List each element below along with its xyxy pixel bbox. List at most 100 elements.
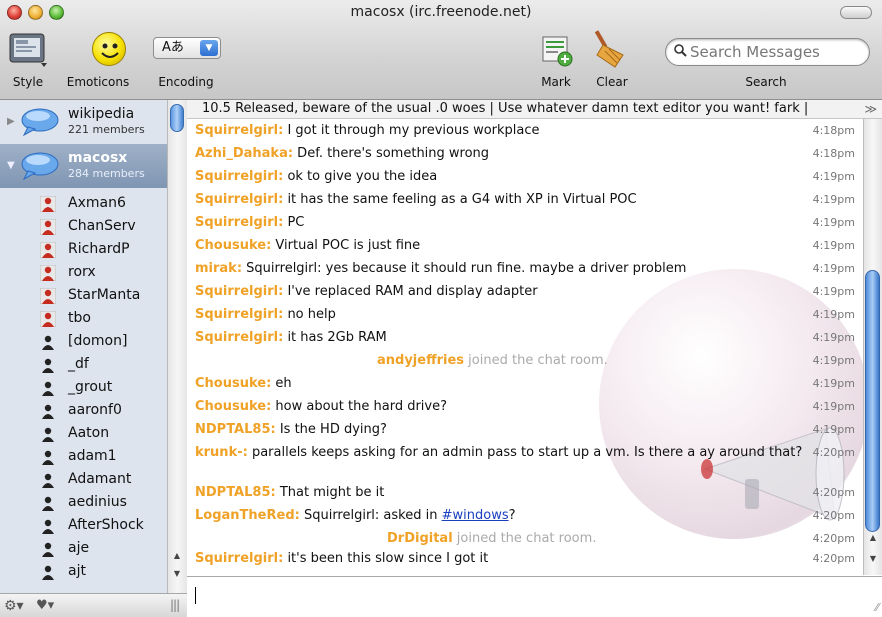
message-nick[interactable]: Chousuke: [195,238,271,253]
member-item[interactable]: StarManta [40,284,167,307]
chat-message: Squirrelgirl: no help [195,307,803,322]
message-nick[interactable]: Chousuke: [195,399,271,414]
message-timestamp: 4:19pm [812,377,855,390]
chat-scroll-thumb[interactable] [865,270,880,532]
member-item[interactable]: Adamant [40,468,167,491]
member-item[interactable]: ajt [40,560,167,583]
channel-macosx[interactable]: ▼ macosx 284 members [0,144,167,188]
channel-member-count: 284 members [68,167,145,180]
member-item[interactable]: Aaton [40,422,167,445]
scroll-down-arrow-icon[interactable]: ▼ [168,569,186,583]
message-nick[interactable]: Squirrelgirl: [195,284,283,299]
message-text: it has the same feeling as a G4 with XP … [283,192,637,207]
message-nick[interactable]: Squirrelgirl: [195,123,283,138]
message-nick[interactable]: NDPTAL85: [195,422,276,437]
user-icon [42,358,54,373]
member-item[interactable]: AfterShock [40,514,167,537]
double-chevron-down-icon[interactable]: ≫ [864,100,877,118]
user-icon [42,565,54,580]
message-nick[interactable]: Azhi_Dahaka: [195,146,293,161]
chat-message: Chousuke: Virtual POC is just fine [195,238,803,253]
search-input[interactable]: Search Messages [665,38,870,66]
operator-user-icon [40,242,56,258]
toolbar-toggle-button[interactable] [840,6,872,19]
mark-label[interactable]: Mark [541,75,571,89]
member-item[interactable]: adam1 [40,445,167,468]
emoticons-label[interactable]: Emoticons [67,75,129,89]
member-item[interactable]: ChanServ [40,215,167,238]
topic-bar: 10.5 Released, beware of the usual .0 wo… [187,100,882,119]
channel-topic: 10.5 Released, beware of the usual .0 wo… [202,101,809,116]
join-nick[interactable]: andyjeffries [377,353,464,368]
join-notice: andyjeffries joined the chat room. [377,353,608,368]
member-name: adam1 [68,448,117,464]
member-name: Axman6 [68,195,126,211]
user-icon [42,519,54,534]
message-nick[interactable]: Squirrelgirl: [195,307,283,322]
message-nick[interactable]: LoganTheRed: [195,508,300,523]
message-text: That might be it [275,485,385,500]
channel-member-list[interactable]: ▶ wikipedia 221 members ▼ macosx 284 mem… [0,100,167,593]
member-item[interactable]: aje [40,537,167,560]
message-nick[interactable]: Squirrelgirl: [195,330,283,345]
member-name: _grout [68,379,113,395]
message-nick[interactable]: Chousuke: [195,376,271,391]
member-item[interactable]: aaronf0 [40,399,167,422]
message-text: how about the hard drive? [271,399,447,414]
emoticons-icon[interactable] [92,32,126,66]
member-item[interactable]: RichardP [40,238,167,261]
member-item[interactable]: tbo [40,307,167,330]
split-resize-handle[interactable]: ||| [170,598,180,612]
scroll-up-arrow-icon[interactable]: ▲ [168,551,186,565]
message-text: Squirrelgirl: asked in [299,508,442,523]
encoding-popup[interactable]: Aあ ▼ [153,37,221,59]
member-name: StarManta [68,287,141,303]
message-nick[interactable]: krunk-: [195,445,248,460]
message-nick[interactable]: Squirrelgirl: [195,192,283,207]
disclosure-triangle-icon[interactable]: ▶ [7,116,15,127]
style-label[interactable]: Style [13,75,43,89]
channel-link[interactable]: #windows [442,508,509,523]
disclosure-triangle-icon[interactable]: ▼ [7,160,15,171]
message-timestamp: 4:19pm [812,262,855,275]
message-nick[interactable]: Squirrelgirl: [195,215,283,230]
message-nick[interactable]: Squirrelgirl: [195,169,283,184]
gear-icon[interactable]: ⚙▾ [4,598,24,614]
search-icon [674,44,687,57]
chat-message: Chousuke: how about the hard drive? [195,399,803,414]
message-timestamp: 4:19pm [812,285,855,298]
encoding-label[interactable]: Encoding [158,75,213,89]
channel-name: macosx [68,150,128,166]
message-nick[interactable]: mirak: [195,261,242,276]
member-item[interactable]: _grout [40,376,167,399]
member-name: Adamant [68,471,132,487]
heart-icon[interactable]: ♥▾ [36,598,54,613]
member-item[interactable]: _df [40,353,167,376]
mark-icon[interactable] [540,34,574,68]
chat-scroll-up-icon[interactable]: ▲ [864,533,882,547]
chat-message: krunk-: parallels keeps asking for an ad… [195,445,803,460]
member-item[interactable]: aedinius [40,491,167,514]
message-input[interactable]: ⁄⁄ [187,576,882,617]
chat-transcript[interactable]: Squirrelgirl: I got it through my previo… [187,119,863,575]
clear-label[interactable]: Clear [596,75,627,89]
member-item[interactable]: [domon] [40,330,167,353]
chat-scroll-down-icon[interactable]: ▼ [864,554,882,568]
operator-user-icon [40,219,56,235]
message-nick[interactable]: Squirrelgirl: [195,551,283,566]
clear-broom-icon[interactable] [593,29,631,69]
sidebar-scrollbar[interactable] [167,100,187,593]
resize-grip-icon[interactable]: ⁄⁄ [875,601,879,614]
message-nick[interactable]: NDPTAL85: [195,485,276,500]
chat-message: Squirrelgirl: ok to give you the idea [195,169,803,184]
style-icon[interactable] [8,31,48,69]
channel-wikipedia[interactable]: ▶ wikipedia 221 members [0,100,167,144]
member-item[interactable]: rorx [40,261,167,284]
message-text: it has 2Gb RAM [283,330,387,345]
join-nick[interactable]: DrDigital [387,531,453,546]
member-name: aaronf0 [68,402,122,418]
sidebar-scroll-thumb[interactable] [170,104,184,132]
member-item[interactable]: Axman6 [40,192,167,215]
sidebar-action-bar: ⚙▾ ♥▾ ||| [0,593,187,617]
message-timestamp: 4:20pm [812,486,855,499]
